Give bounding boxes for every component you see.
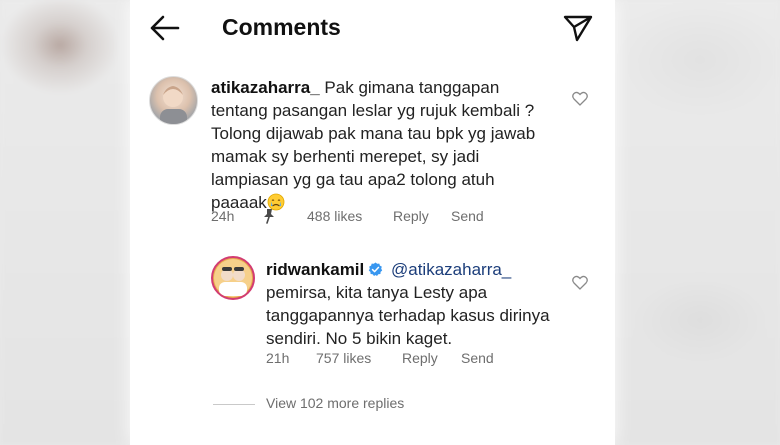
- direct-send-icon[interactable]: [562, 13, 594, 43]
- page-title: Comments: [222, 14, 341, 40]
- comment-text: Pak gimana tanggapan tentang pasangan le…: [211, 78, 536, 212]
- divider-line: [213, 403, 255, 405]
- reply-body: ridwankamil @atikazaharra_ pemirsa, kita…: [266, 258, 566, 350]
- comment-time: 24h: [211, 208, 235, 224]
- view-more-replies-button[interactable]: View 102 more replies: [213, 395, 404, 411]
- reply-reply-button[interactable]: Reply: [402, 350, 438, 366]
- reply-username[interactable]: ridwankamil: [266, 260, 364, 279]
- comments-panel: Comments atikazaharra_ Pak gimana tangga…: [130, 0, 615, 445]
- reply-send-button[interactable]: Send: [461, 350, 494, 366]
- header: Comments: [130, 0, 615, 58]
- avatar[interactable]: [149, 76, 198, 125]
- comment-meta: 24h 488 likes Reply Send: [211, 208, 531, 226]
- reply-like-count[interactable]: 757 likes: [316, 350, 371, 366]
- send-button[interactable]: Send: [451, 208, 484, 224]
- back-arrow-icon[interactable]: [148, 13, 182, 43]
- like-count[interactable]: 488 likes: [307, 208, 362, 224]
- reply-button[interactable]: Reply: [393, 208, 429, 224]
- mention-link[interactable]: @atikazaharra_: [391, 260, 511, 279]
- reply-text: pemirsa, kita tanya Lesty apa tanggapann…: [266, 283, 550, 348]
- reply-time: 21h: [266, 350, 290, 366]
- pin-icon: [262, 208, 276, 227]
- comment-username[interactable]: atikazaharra_: [211, 78, 320, 97]
- reply-avatar[interactable]: [211, 256, 255, 300]
- verified-badge-icon: [368, 260, 383, 276]
- comment-body: atikazaharra_ Pak gimana tanggapan tenta…: [211, 76, 551, 214]
- reply-meta: 21h 757 likes Reply Send: [266, 350, 526, 368]
- heart-icon[interactable]: [572, 91, 588, 106]
- view-more-label: View 102 more replies: [266, 395, 405, 411]
- reply-heart-icon[interactable]: [572, 275, 588, 290]
